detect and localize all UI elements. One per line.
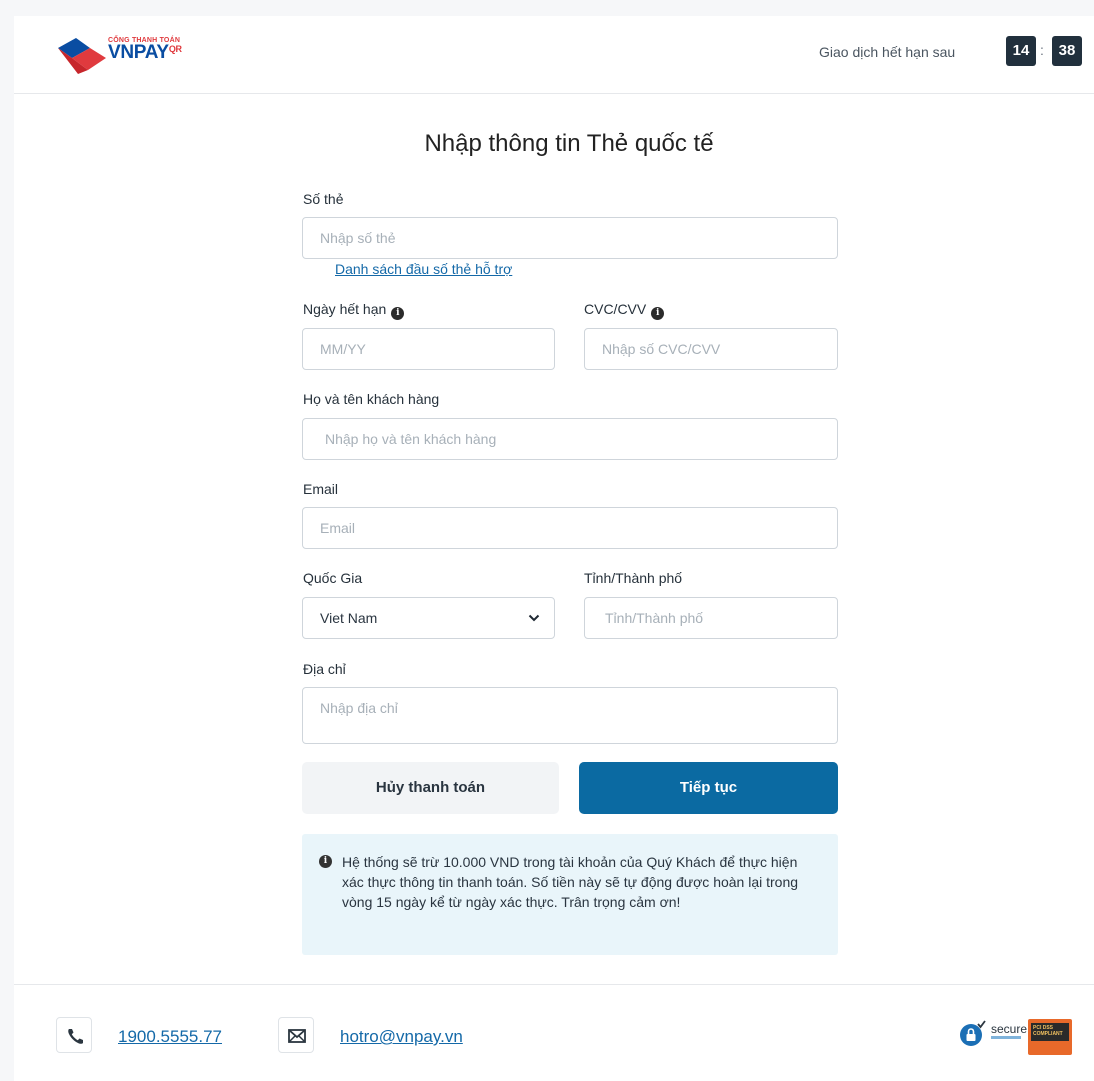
card-number-input[interactable] bbox=[302, 217, 838, 259]
header: CỔNG THANH TOÁN VNPAYQR Giao dịch hết hạ… bbox=[14, 16, 1094, 94]
notice-text: Hệ thống sẽ trừ 10.000 VND trong tài kho… bbox=[342, 854, 799, 910]
full-name-input[interactable] bbox=[302, 418, 838, 460]
full-name-label: Họ và tên khách hàng bbox=[303, 391, 440, 407]
country-selected-value: Viet Nam bbox=[320, 610, 378, 626]
country-label: Quốc Gia bbox=[303, 570, 363, 586]
address-label: Địa chỉ bbox=[303, 661, 346, 677]
email-label: Email bbox=[303, 481, 339, 497]
email-input[interactable] bbox=[302, 507, 838, 549]
chevron-down-icon bbox=[528, 614, 540, 622]
country-select[interactable]: Viet Nam bbox=[302, 597, 555, 639]
timer-separator: : bbox=[1040, 42, 1044, 58]
timer-label: Giao dịch hết hạn sau bbox=[819, 44, 956, 60]
pci-badge-label: PCI DSS COMPLIANT bbox=[1033, 1025, 1063, 1037]
secure-badge: secure bbox=[958, 1019, 1038, 1049]
pci-badge-icon: PCI DSS COMPLIANT bbox=[1028, 1019, 1072, 1055]
logo-wordmark: VNPAYQR bbox=[108, 42, 182, 63]
mail-icon bbox=[288, 1029, 306, 1043]
continue-button[interactable]: Tiếp tục bbox=[579, 762, 838, 814]
cvc-info-icon[interactable]: i bbox=[651, 307, 665, 320]
timer-minutes: 14 bbox=[1006, 36, 1036, 66]
address-input[interactable] bbox=[302, 687, 838, 744]
phone-icon-box bbox=[56, 1017, 92, 1053]
mail-icon-box bbox=[278, 1017, 314, 1053]
expiry-input[interactable] bbox=[302, 328, 555, 370]
verification-notice: i Hệ thống sẽ trừ 10.000 VND trong tài k… bbox=[302, 834, 838, 955]
secure-badge-label: secure bbox=[991, 1022, 1028, 1036]
page-title: Nhập thông tin Thẻ quốc tế bbox=[424, 130, 714, 157]
phone-icon bbox=[68, 1029, 83, 1044]
expiry-info-icon[interactable]: i bbox=[391, 307, 405, 320]
info-icon: i bbox=[319, 855, 332, 868]
vnpay-logo-icon bbox=[58, 38, 106, 74]
supported-bins-link[interactable]: Danh sách đầu số thẻ hỗ trợ bbox=[335, 261, 512, 277]
secure-badge-bar bbox=[991, 1036, 1021, 1039]
city-input[interactable] bbox=[584, 597, 838, 639]
cancel-payment-button[interactable]: Hủy thanh toán bbox=[302, 762, 559, 814]
card-number-label: Số thẻ bbox=[303, 191, 344, 207]
expiry-label: Ngày hết hạn i bbox=[303, 301, 405, 320]
vnpay-logo[interactable]: CỔNG THANH TOÁN VNPAYQR bbox=[56, 34, 206, 78]
timer-seconds: 38 bbox=[1052, 36, 1082, 66]
cvc-label: CVC/CVV i bbox=[584, 301, 665, 320]
support-email-link[interactable]: hotro@vnpay.vn bbox=[340, 1027, 463, 1047]
support-phone-link[interactable]: 1900.5555.77 bbox=[118, 1027, 222, 1047]
footer: 1900.5555.77 hotro@vnpay.vn secure PCI D… bbox=[14, 984, 1094, 1065]
city-label: Tỉnh/Thành phố bbox=[584, 570, 683, 586]
secure-lock-icon bbox=[960, 1020, 986, 1046]
cvc-input[interactable] bbox=[584, 328, 838, 370]
